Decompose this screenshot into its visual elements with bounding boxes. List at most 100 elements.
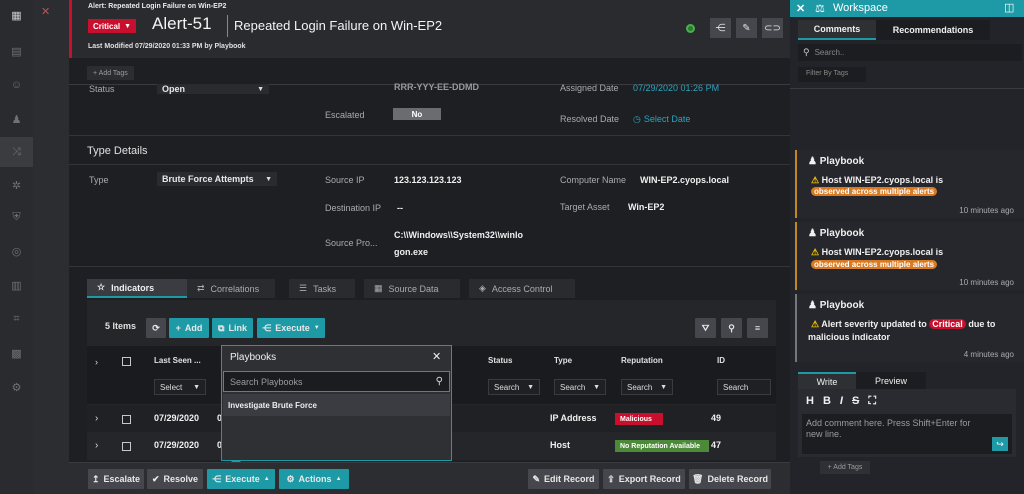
id-filter[interactable]: Search bbox=[717, 379, 771, 395]
chart-icon[interactable]: ⌗ bbox=[0, 304, 33, 334]
resolved-date-picker[interactable]: ◷ Select Date bbox=[633, 114, 690, 125]
tab-indicators[interactable]: ☆ Indicators bbox=[87, 279, 187, 298]
status-select[interactable]: Open ▼ bbox=[157, 84, 269, 94]
escalate-button[interactable]: ↥ Escalate bbox=[88, 469, 144, 489]
tab-write[interactable]: Write bbox=[798, 372, 856, 389]
execute-button[interactable]: ⋲ Execute ▼ bbox=[257, 318, 325, 338]
author-name: Playbook bbox=[819, 228, 865, 239]
shuffle-icon[interactable]: ⤨ bbox=[0, 137, 33, 167]
chevron-down-icon: ▼ bbox=[593, 383, 600, 391]
user-icon: ♟ bbox=[808, 156, 820, 167]
search-button[interactable]: ⚲ bbox=[721, 318, 742, 338]
people-icon[interactable]: ☺ bbox=[0, 70, 33, 100]
escalated-toggle[interactable]: No bbox=[393, 108, 441, 120]
tab-access-control[interactable]: ◈ Access Control bbox=[469, 279, 575, 298]
alert-modal: Alert: Repeated Login Failure on Win-EP2… bbox=[69, 0, 790, 494]
tab-source-data[interactable]: ▦ Source Data bbox=[364, 279, 460, 298]
edit-record-button[interactable]: ✎ Edit Record bbox=[528, 469, 599, 489]
background-page: ✕ bbox=[33, 0, 69, 494]
assigned-date-value[interactable]: 07/29/2020 01:26 PM bbox=[633, 83, 719, 93]
delete-record-button[interactable]: 🗑 Delete Record bbox=[689, 469, 771, 489]
playbooks-popup: Playbooks ✕ Search Playbooks ⚲ Investiga… bbox=[221, 345, 452, 461]
export-record-button[interactable]: ⇪ Export Record bbox=[603, 469, 685, 489]
chevron-down-icon: ▼ bbox=[257, 85, 264, 93]
heading-icon[interactable]: H bbox=[806, 395, 814, 408]
type-select[interactable]: Brute Force Attempts ▼ bbox=[157, 172, 277, 186]
bold-icon[interactable]: B bbox=[823, 395, 831, 408]
gear-icon[interactable]: ✲ bbox=[0, 170, 33, 200]
expand-panel-icon[interactable]: ◫ bbox=[1004, 1, 1014, 14]
users-icon[interactable]: ♟ bbox=[0, 104, 33, 134]
col-last-seen[interactable]: Last Seen ... bbox=[154, 356, 201, 365]
breadcrumb: Alert: Repeated Login Failure on Win-EP2 bbox=[88, 3, 227, 10]
comment-textarea[interactable]: Add comment here. Press Shift+Enter for … bbox=[802, 414, 1012, 454]
tab-correlations[interactable]: ⇄ Correlations bbox=[187, 279, 275, 298]
tab-comments[interactable]: Comments bbox=[798, 20, 876, 40]
row-checkbox[interactable] bbox=[122, 442, 131, 451]
close-icon[interactable]: ✕ bbox=[796, 2, 805, 15]
type-label: Type bbox=[89, 175, 109, 185]
list-icon: ☰ bbox=[299, 283, 308, 293]
settings-icon[interactable]: ⚙ bbox=[0, 372, 33, 402]
comment-line2: observed across multiple alerts bbox=[811, 187, 938, 196]
add-tags-button[interactable]: + Add Tags bbox=[820, 461, 870, 474]
apps-icon[interactable]: ▩ bbox=[0, 338, 33, 368]
row-checkbox[interactable] bbox=[122, 415, 131, 424]
reputation-filter[interactable]: Search ▼ bbox=[621, 379, 673, 395]
comment-search-input[interactable]: ⚲ Search.. bbox=[798, 44, 1022, 61]
playbook-search-input[interactable]: Search Playbooks ⚲ bbox=[223, 371, 450, 392]
severity-label: Critical bbox=[93, 21, 121, 31]
grid-icon[interactable]: ▦ bbox=[0, 0, 33, 30]
tab-label: Correlations bbox=[210, 283, 260, 294]
comment-text: Alert severity updated to bbox=[821, 319, 927, 329]
strikethrough-icon[interactable]: S bbox=[852, 395, 859, 408]
destination-ip-label: Destination IP bbox=[325, 203, 382, 213]
close-icon[interactable]: ✕ bbox=[41, 5, 50, 18]
status-label: Status bbox=[89, 84, 115, 94]
tab-preview[interactable]: Preview bbox=[856, 372, 926, 389]
col-reputation[interactable]: Reputation bbox=[621, 356, 663, 365]
close-icon[interactable]: ✕ bbox=[432, 350, 441, 363]
tab-recommendations[interactable]: Recommendations bbox=[876, 20, 990, 40]
status-filter[interactable]: Search ▼ bbox=[488, 379, 540, 395]
search-placeholder: Search Playbooks bbox=[230, 376, 303, 387]
shield-icon[interactable]: ⛨ bbox=[0, 202, 33, 232]
resolve-button[interactable]: ✔ Resolve bbox=[147, 469, 203, 489]
col-status[interactable]: Status bbox=[488, 356, 512, 365]
col-type[interactable]: Type bbox=[554, 356, 572, 365]
actions-icon: ⚙ bbox=[286, 473, 295, 484]
target-icon[interactable]: ◎ bbox=[0, 236, 33, 266]
send-icon[interactable]: ↪ bbox=[992, 437, 1008, 451]
tab-tasks[interactable]: ☰ Tasks bbox=[289, 279, 355, 298]
add-button[interactable]: + Add bbox=[169, 318, 209, 338]
expand-icon[interactable]: › bbox=[95, 440, 98, 451]
col-id[interactable]: ID bbox=[717, 356, 725, 365]
menu-button[interactable]: ≡ bbox=[747, 318, 768, 338]
select-all-checkbox[interactable] bbox=[122, 357, 131, 366]
popup-title: Playbooks bbox=[230, 352, 277, 363]
add-tags-button[interactable]: + Add Tags bbox=[87, 66, 134, 80]
playbook-item[interactable]: Investigate Brute Force bbox=[223, 394, 450, 416]
link-button[interactable]: ⧉ Link bbox=[212, 318, 253, 338]
filter-button[interactable]: ⛛ bbox=[695, 318, 716, 338]
dashboard-icon[interactable]: ▤ bbox=[0, 36, 33, 66]
edit-icon[interactable]: ✎ bbox=[736, 18, 757, 38]
last-seen-filter[interactable]: Select ▼ bbox=[154, 379, 206, 395]
severity-badge[interactable]: Critical ▼ bbox=[88, 19, 137, 33]
id-cell: 47 bbox=[711, 440, 722, 450]
book-icon[interactable]: ▥ bbox=[0, 270, 33, 300]
expand-all-icon[interactable]: › bbox=[95, 357, 98, 367]
filter-tags-input[interactable]: Filter By Tags bbox=[798, 67, 866, 82]
expand-icon[interactable]: › bbox=[95, 413, 98, 424]
comment-editor: H B I S ⛶ Add comment here. Press Shift+Ente… bbox=[798, 389, 1016, 457]
destination-ip-value: -- bbox=[397, 203, 403, 213]
actions-button[interactable]: ⚙ Actions ▲ bbox=[279, 469, 349, 489]
type-filter[interactable]: Search ▼ bbox=[554, 379, 606, 395]
footer-execute-button[interactable]: ⋲ Execute ▲ bbox=[207, 469, 275, 489]
link-icon[interactable]: ⊂⊃ bbox=[762, 18, 783, 38]
comment-time: 4 minutes ago bbox=[963, 350, 1014, 359]
share-icon[interactable]: ⋲ bbox=[710, 18, 731, 38]
fullscreen-icon[interactable]: ⛶ bbox=[868, 395, 876, 408]
refresh-button[interactable]: ⟳ bbox=[146, 318, 166, 338]
italic-icon[interactable]: I bbox=[840, 395, 843, 408]
